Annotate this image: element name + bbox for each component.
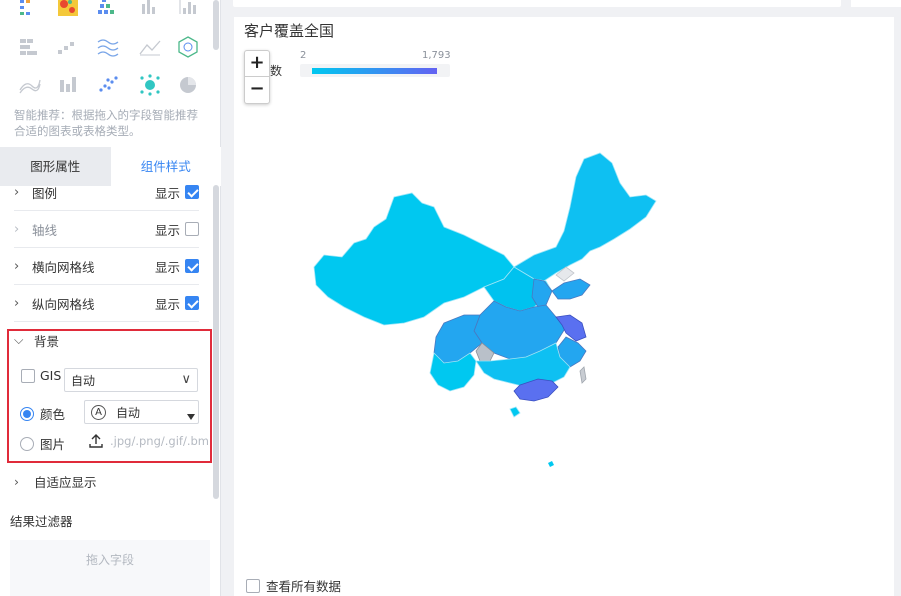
dot-matrix-chart-icon[interactable] xyxy=(18,0,42,20)
radar-chart-icon[interactable] xyxy=(176,36,200,58)
legend-checkbox[interactable] xyxy=(185,185,199,199)
vertical-grid-checkbox[interactable] xyxy=(185,296,199,310)
gis-row: GIS xyxy=(21,368,61,383)
bar-chart-icon[interactable] xyxy=(176,0,200,20)
properties-scrollbar[interactable] xyxy=(213,185,219,499)
zoom-out-button[interactable]: − xyxy=(245,77,269,103)
area-line-icon[interactable] xyxy=(138,36,162,58)
column-chart-icon[interactable] xyxy=(138,0,162,20)
color-select[interactable]: A 自动 xyxy=(84,400,199,424)
icon-scrollbar[interactable] xyxy=(213,0,219,50)
legend-show-label: 显示 xyxy=(155,185,181,201)
gis-label: GIS xyxy=(40,368,62,383)
vertical-grid-label: 纵向网格线 xyxy=(32,296,95,312)
vertical-grid-show-label: 显示 xyxy=(155,296,181,312)
map-region-hainan[interactable] xyxy=(509,406,521,418)
legend-row[interactable]: › 图例 显示 xyxy=(14,174,199,211)
chart-title: 客户覆盖全国 xyxy=(244,22,335,40)
axis-line-label: 轴线 xyxy=(32,222,58,238)
background-title: 背景 xyxy=(34,333,60,349)
map-region-taiwan[interactable] xyxy=(579,366,587,384)
step-chart-icon[interactable] xyxy=(56,36,80,58)
top-toolbar-right xyxy=(851,0,901,7)
show-all-data-checkbox[interactable] xyxy=(246,578,260,593)
show-all-data-label: 查看所有数据 xyxy=(266,579,342,594)
adaptive-display-label: 自适应显示 xyxy=(34,475,97,490)
map-region-northwest[interactable] xyxy=(313,192,515,326)
show-all-data-row: 查看所有数据 xyxy=(246,576,341,595)
scatter-chart-icon[interactable] xyxy=(96,74,120,96)
map-region-south-islands[interactable] xyxy=(548,461,554,467)
gis-select[interactable]: 自动 ∨ xyxy=(64,368,198,392)
color-select-value: 自动 xyxy=(116,405,141,420)
chevron-right-icon[interactable]: › xyxy=(14,474,34,489)
gis-checkbox[interactable] xyxy=(21,368,35,383)
pie-chart-icon[interactable] xyxy=(176,74,200,96)
upload-icon[interactable] xyxy=(89,433,103,449)
legend-label: 图例 xyxy=(32,185,58,201)
auto-color-icon: A xyxy=(91,404,106,420)
legend-gradient xyxy=(312,68,437,74)
axis-line-checkbox[interactable] xyxy=(185,222,199,236)
image-label: 图片 xyxy=(40,437,66,452)
heatmap-chart-icon[interactable] xyxy=(56,0,80,20)
left-panel: 智能推荐：根据拖入的字段智能推荐合适的图表或表格类型。 图形属性 组件样式 › … xyxy=(0,0,221,596)
china-map[interactable] xyxy=(294,147,674,497)
legend-min-value: 2 xyxy=(300,50,307,61)
wave-line-icon[interactable] xyxy=(96,36,120,58)
image-row: 图片 xyxy=(20,434,65,453)
rectangle-tree-icon[interactable] xyxy=(96,0,120,20)
chevron-right-icon[interactable]: › xyxy=(14,296,32,311)
result-filter-title: 结果过滤器 xyxy=(10,514,73,529)
chevron-right-icon[interactable]: › xyxy=(14,259,32,274)
combo-column-icon[interactable] xyxy=(56,74,80,96)
zoom-control: + − xyxy=(244,50,270,104)
axis-line-row[interactable]: › 轴线 显示 xyxy=(14,211,199,248)
color-row: 颜色 xyxy=(20,404,65,423)
chevron-right-icon[interactable]: › xyxy=(14,185,32,200)
stacked-bar-icon[interactable] xyxy=(18,36,42,58)
zoom-in-button[interactable]: + xyxy=(245,51,269,77)
map-region-northeast[interactable] xyxy=(513,152,657,282)
force-graph-icon[interactable] xyxy=(138,74,162,96)
horizontal-grid-label: 横向网格线 xyxy=(32,259,95,275)
chart-card: 客户覆盖全国 数 2 1,793 + − 查看所有数据 xyxy=(234,17,894,596)
legend-field-label: 数 xyxy=(270,64,283,78)
range-area-icon[interactable] xyxy=(18,74,42,96)
horizontal-grid-show-label: 显示 xyxy=(155,259,181,275)
color-label: 颜色 xyxy=(40,407,66,422)
smart-recommend-hint: 智能推荐：根据拖入的字段智能推荐合适的图表或表格类型。 xyxy=(14,108,198,138)
top-toolbar xyxy=(233,0,841,7)
chevron-right-icon: › xyxy=(14,221,20,237)
axis-line-show-label: 显示 xyxy=(155,222,181,238)
filter-drop-zone[interactable]: 拖入字段 xyxy=(10,540,210,596)
color-radio[interactable] xyxy=(20,406,34,421)
horizontal-grid-row[interactable]: › 横向网格线 显示 xyxy=(14,248,199,285)
background-section-header[interactable]: ⌵ 背景 xyxy=(14,330,59,350)
legend-max-value: 1,793 xyxy=(422,50,451,61)
image-radio[interactable] xyxy=(20,436,34,451)
vertical-grid-row[interactable]: › 纵向网格线 显示 xyxy=(14,285,199,322)
adaptive-display-row[interactable]: › 自适应显示 xyxy=(14,468,204,495)
gis-select-value: 自动 xyxy=(71,373,96,388)
chevron-down-icon: ∨ xyxy=(181,372,191,387)
upload-format-hint: .jpg/.png/.gif/.bm xyxy=(110,434,209,448)
chevron-down-icon[interactable]: ⌵ xyxy=(14,332,34,348)
map-region-sichuan[interactable] xyxy=(433,314,483,364)
dropdown-triangle-icon xyxy=(187,414,195,420)
legend-gradient-bar[interactable] xyxy=(300,64,450,77)
map-region-shandong[interactable] xyxy=(551,278,591,300)
horizontal-grid-checkbox[interactable] xyxy=(185,259,199,273)
